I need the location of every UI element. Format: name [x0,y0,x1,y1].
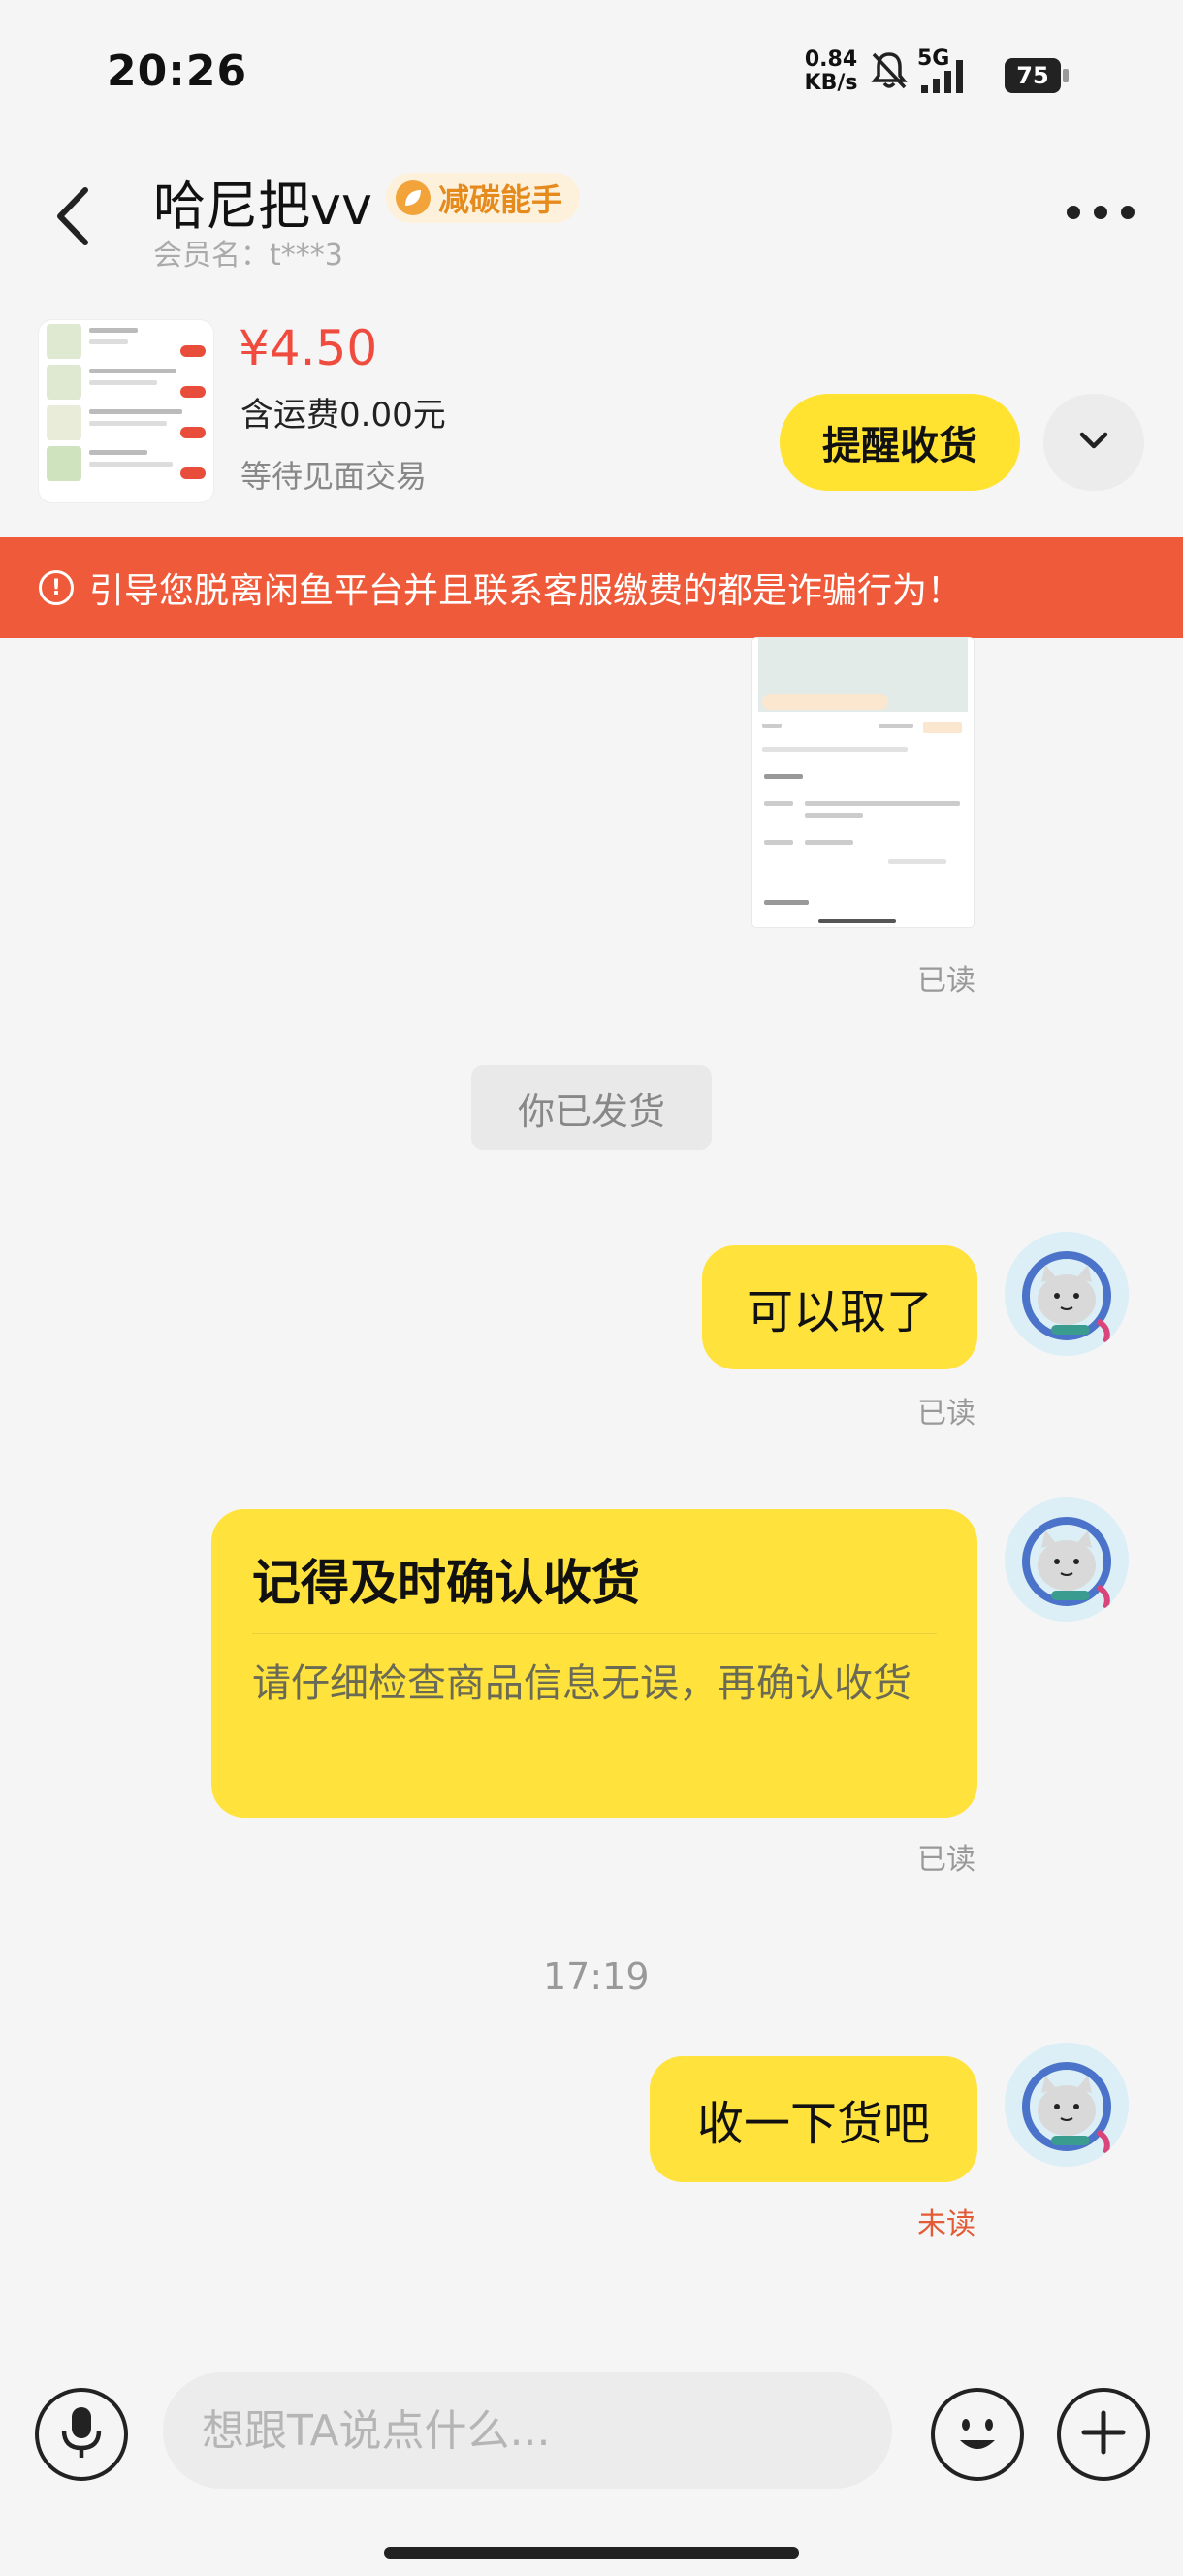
network-speed: 0.84 KB/s [801,48,861,95]
avatar[interactable] [1005,2043,1129,2167]
message-timestamp: 17:19 [543,1955,650,1998]
leaf-icon [396,180,431,215]
confirm-receipt-card[interactable]: 记得及时确认收货 请仔细检查商品信息无误，再确认收货 [211,1509,977,1818]
microphone-icon [56,2403,107,2465]
read-status: 已读 [917,1397,975,1431]
smile-icon [935,2419,1020,2481]
read-status: 已读 [917,964,975,998]
status-time: 20:26 [107,47,248,96]
add-button[interactable] [1057,2388,1150,2481]
avatar[interactable] [1005,1497,1129,1622]
trade-status: 等待见面交易 [240,458,428,495]
read-status: 已读 [917,1843,975,1877]
network-speed-value: 0.84 [804,48,858,72]
remind-receipt-button[interactable]: 提醒收货 [780,394,1020,491]
avatar[interactable] [1005,1232,1129,1356]
message-bubble[interactable]: 可以取了 [702,1245,977,1369]
price: ¥4.50 [239,320,378,376]
back-icon[interactable] [50,182,99,250]
screenshot-image-message[interactable] [752,638,974,927]
system-notice: 你已发货 [471,1065,712,1150]
alert-icon: ! [39,570,74,605]
network-speed-unit: KB/s [804,71,858,95]
emoji-button[interactable] [931,2388,1024,2481]
battery-icon: 75 [1005,58,1069,93]
member-name: 会员名：t***3 [153,239,343,273]
message-input[interactable] [163,2372,892,2489]
card-title: 记得及时确认收货 [252,1555,640,1611]
shipping-fee: 含运费0.00元 [240,396,446,435]
more-options-icon[interactable] [1067,206,1135,221]
carbon-badge: 减碳能手 [386,173,581,223]
fraud-warning-banner: ! 引导您脱离闲鱼平台并且联系客服缴费的都是诈骗行为！ [0,537,1183,638]
network-type: 5G [917,47,950,71]
bell-muted-icon [868,48,911,91]
badge-label: 减碳能手 [438,181,563,218]
card-body: 请仔细检查商品信息无误，再确认收货 [252,1661,911,1706]
card-divider [252,1633,937,1634]
warning-text: 引导您脱离闲鱼平台并且联系客服缴费的都是诈骗行为！ [89,571,963,611]
unread-status: 未读 [917,2207,975,2241]
signal-icon: 5G [917,47,985,97]
battery-level: 75 [1005,58,1061,93]
product-thumbnail[interactable] [39,320,213,502]
voice-input-button[interactable] [35,2388,128,2481]
chevron-down-icon [1076,429,1111,456]
home-indicator[interactable] [384,2547,799,2559]
contact-name: 哈尼把vv [153,176,372,237]
message-bubble[interactable]: 收一下货吧 [650,2056,977,2182]
expand-button[interactable] [1043,394,1144,491]
plus-icon [1078,2407,1129,2462]
